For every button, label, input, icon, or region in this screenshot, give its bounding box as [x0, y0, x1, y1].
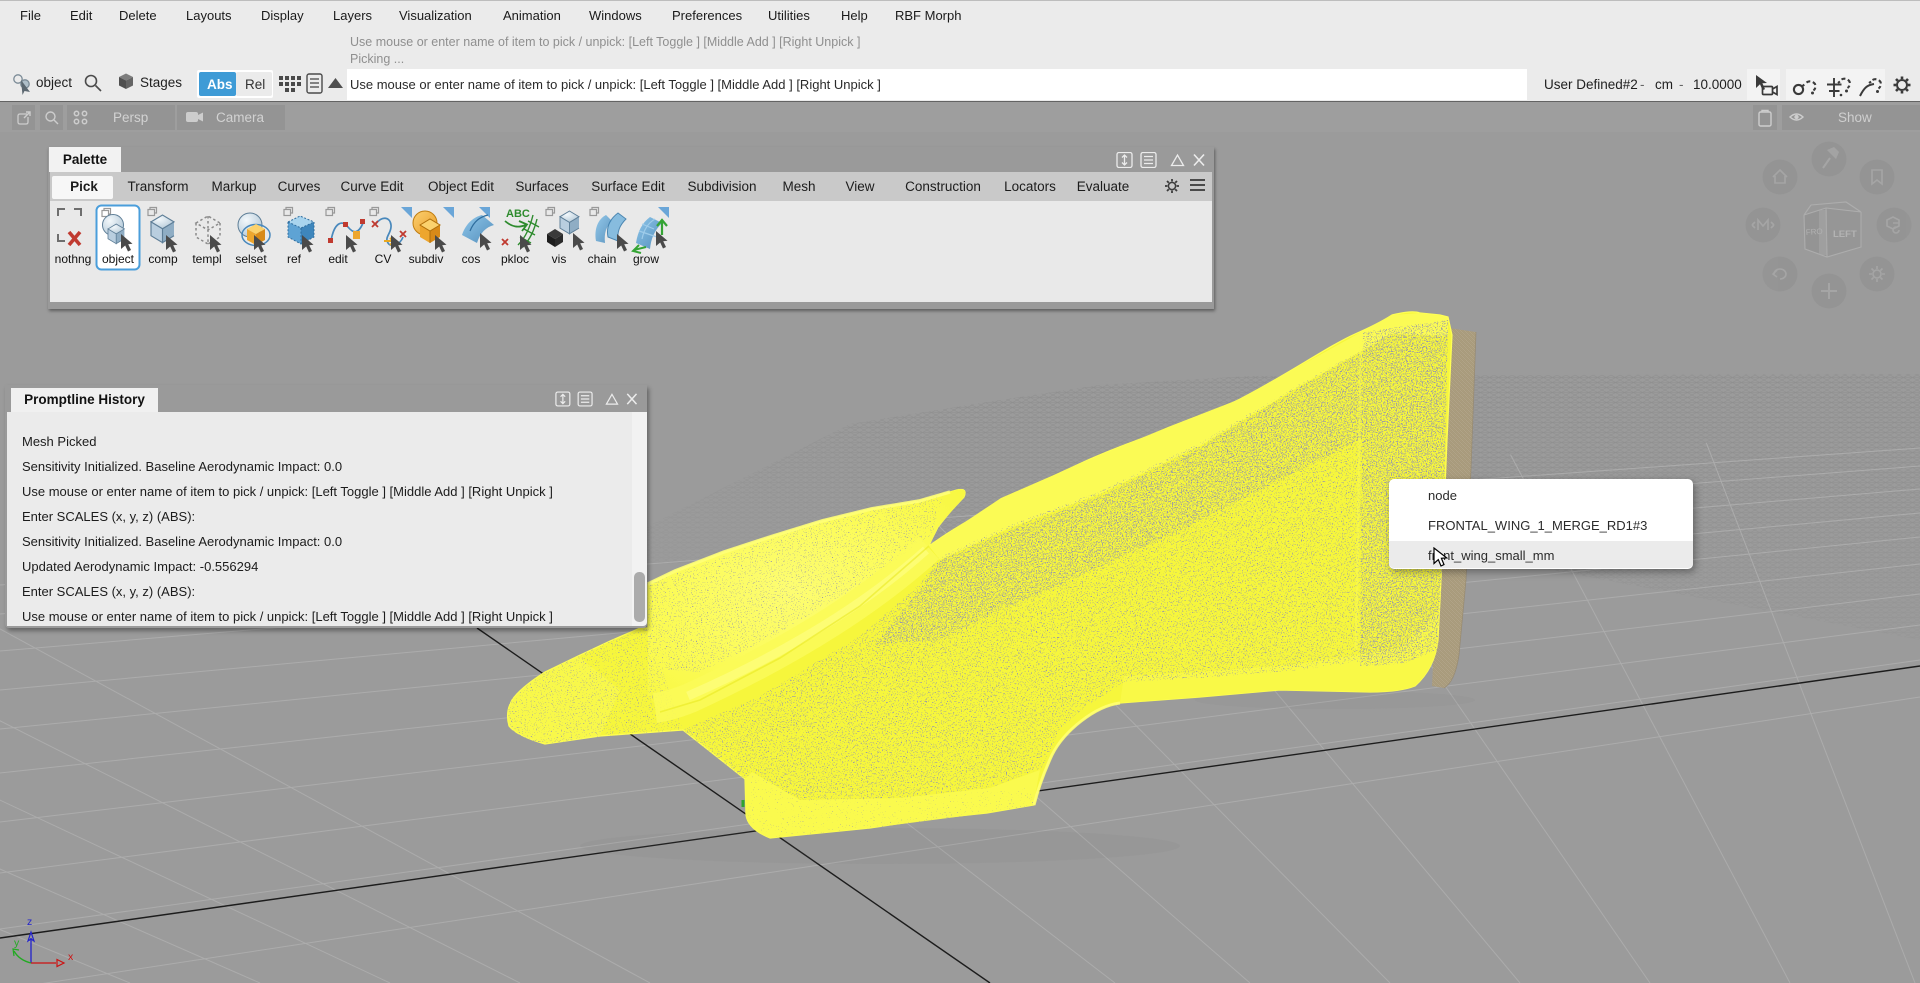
- svg-text:ref: ref: [287, 252, 302, 266]
- svg-text:templ: templ: [192, 252, 221, 266]
- svg-text:cm: cm: [1655, 77, 1673, 92]
- svg-text:z: z: [27, 916, 32, 928]
- svg-text:Subdivision: Subdivision: [687, 179, 756, 194]
- svg-text:Locators: Locators: [1004, 179, 1056, 194]
- svg-text:User Defined#2: User Defined#2: [1544, 77, 1638, 92]
- svg-text:Surface Edit: Surface Edit: [591, 179, 665, 194]
- svg-text:x: x: [68, 951, 74, 963]
- svg-text:Curves: Curves: [278, 179, 321, 194]
- svg-text:10.0000: 10.0000: [1693, 77, 1742, 92]
- svg-text:Camera: Camera: [216, 110, 265, 125]
- svg-text:Persp: Persp: [113, 110, 148, 125]
- svg-text:subdiv: subdiv: [409, 252, 444, 266]
- svg-text:Pick: Pick: [70, 179, 98, 194]
- svg-text:Construction: Construction: [905, 179, 981, 194]
- svg-text:chain: chain: [588, 252, 617, 266]
- svg-text:FRO: FRO: [1806, 227, 1823, 237]
- svg-text:grow: grow: [633, 252, 659, 266]
- svg-text:object: object: [36, 75, 72, 90]
- svg-text:Object Edit: Object Edit: [428, 179, 494, 194]
- svg-text:nothng: nothng: [55, 252, 92, 266]
- svg-text:Mesh: Mesh: [782, 179, 815, 194]
- svg-text:y: y: [14, 937, 20, 949]
- svg-text:object: object: [102, 252, 135, 266]
- svg-text:Rel: Rel: [245, 77, 265, 92]
- svg-text:Evaluate: Evaluate: [1077, 179, 1130, 194]
- svg-text:ABC: ABC: [506, 208, 530, 220]
- svg-text:LEFT: LEFT: [1833, 229, 1857, 240]
- svg-text:-: -: [1679, 77, 1684, 92]
- svg-text:Stages: Stages: [140, 75, 182, 90]
- svg-text:View: View: [845, 179, 874, 194]
- svg-text:edit: edit: [328, 252, 348, 266]
- svg-text:Curve Edit: Curve Edit: [340, 179, 403, 194]
- svg-text:vis: vis: [552, 252, 567, 266]
- svg-text:Show: Show: [1838, 110, 1872, 125]
- svg-text:CV: CV: [375, 252, 392, 266]
- svg-text:cos: cos: [462, 252, 481, 266]
- svg-text:-: -: [1640, 77, 1645, 92]
- svg-text:Abs: Abs: [207, 77, 233, 92]
- svg-text:pkloc: pkloc: [501, 252, 529, 266]
- svg-text:comp: comp: [148, 252, 178, 266]
- svg-text:selset: selset: [235, 252, 267, 266]
- svg-text:Transform: Transform: [127, 179, 188, 194]
- svg-text:Surfaces: Surfaces: [515, 179, 569, 194]
- svg-text:Markup: Markup: [211, 179, 256, 194]
